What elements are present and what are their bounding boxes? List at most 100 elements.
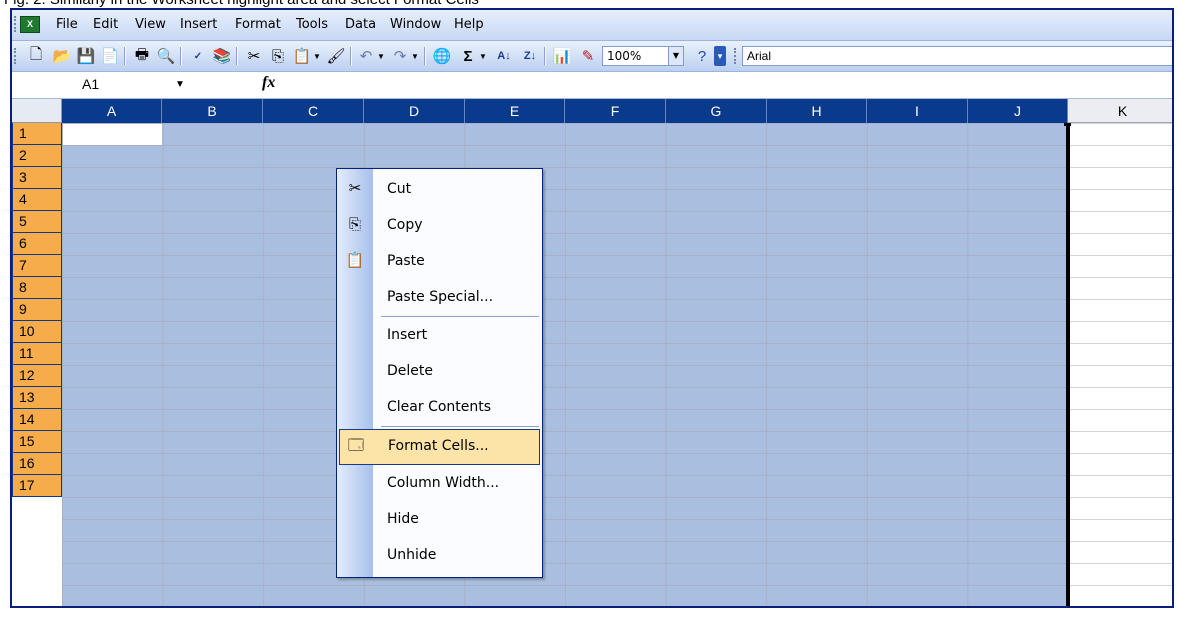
toolbar-grip[interactable]	[14, 48, 19, 64]
cut-icon[interactable]: ✂	[244, 46, 264, 66]
zoom-select[interactable]: 100% ▼	[602, 46, 684, 66]
format-painter-icon[interactable]: 🖌	[326, 46, 346, 66]
row-header[interactable]: 2	[12, 145, 62, 167]
menu-insert[interactable]: Insert	[180, 17, 217, 32]
redo-icon[interactable]: ↷	[390, 46, 410, 66]
menu-item-paste-special[interactable]: Paste Special...	[337, 279, 542, 315]
copy-icon: ⎘	[348, 216, 361, 233]
row-header[interactable]: 16	[12, 453, 62, 475]
excel-app-icon[interactable]: X	[20, 16, 40, 33]
spelling-icon[interactable]: ✓	[188, 46, 208, 66]
research-icon[interactable]: 📚	[212, 46, 232, 66]
print-icon[interactable]: 🖶	[132, 46, 152, 66]
menu-file[interactable]: File	[56, 17, 78, 32]
row-header[interactable]: 9	[12, 299, 62, 321]
active-cell[interactable]	[63, 124, 162, 145]
open-icon[interactable]: 📂	[52, 46, 72, 66]
column-header[interactable]: J	[968, 99, 1068, 123]
chevron-down-icon[interactable]: ▼	[175, 79, 185, 90]
column-header[interactable]: B	[162, 99, 263, 123]
row-header[interactable]: 1	[12, 123, 62, 145]
menu-item-label: Paste Special...	[387, 289, 494, 305]
paste-dropdown-icon[interactable]: ▼	[312, 46, 322, 66]
row-header[interactable]: 5	[12, 211, 62, 233]
row-header[interactable]: 12	[12, 365, 62, 387]
print-preview-icon[interactable]: 🔍	[156, 46, 176, 66]
menu-item-format-cells[interactable]: 🗔 Format Cells...	[339, 429, 540, 465]
permission-icon[interactable]: 📄	[100, 46, 120, 66]
menu-format[interactable]: Format	[235, 17, 281, 32]
menu-data[interactable]: Data	[345, 17, 376, 32]
function-icon[interactable]: fx	[262, 74, 275, 92]
menu-item-label: Column Width...	[387, 475, 500, 491]
column-header[interactable]: I	[867, 99, 968, 123]
menu-tools[interactable]: Tools	[296, 17, 328, 32]
menu-item-unhide[interactable]: Unhide	[337, 537, 542, 573]
row-header[interactable]: 10	[12, 321, 62, 343]
worksheet-grid: ABCDEFGHIJK 1 2 3 4 5 6 7 8 9 10 11 12 13 14 15 16 17	[12, 99, 1172, 606]
menu-window[interactable]: Window	[390, 17, 441, 32]
new-icon[interactable]: 🗋	[26, 46, 46, 66]
select-all-corner[interactable]	[12, 99, 62, 123]
column-header[interactable]: G	[666, 99, 767, 123]
row-header[interactable]: 14	[12, 409, 62, 431]
sort-ascending-icon[interactable]: A↓	[494, 46, 514, 66]
row-header[interactable]: 7	[12, 255, 62, 277]
toolbar-grip[interactable]	[734, 48, 739, 64]
column-header[interactable]: K	[1068, 99, 1172, 123]
column-header[interactable]: D	[364, 99, 465, 123]
help-icon[interactable]: ?	[692, 46, 712, 66]
excel-window: X File Edit View Insert Format Tools Dat…	[10, 8, 1174, 608]
toolbar-options-icon[interactable]: ▾	[714, 46, 726, 66]
chevron-down-icon[interactable]: ▼	[668, 47, 683, 65]
menu-item-delete[interactable]: Delete	[337, 353, 542, 389]
menu-item-label: Clear Contents	[387, 399, 492, 415]
cell-reference[interactable]: A1	[82, 76, 99, 92]
hyperlink-icon[interactable]: 🌐	[432, 46, 452, 66]
column-header[interactable]: A	[62, 99, 162, 123]
autosum-icon[interactable]: Σ	[458, 46, 478, 66]
menu-view[interactable]: View	[135, 17, 166, 32]
row-header[interactable]: 8	[12, 277, 62, 299]
menu-item-paste[interactable]: 📋 Paste	[337, 243, 542, 279]
save-icon[interactable]: 💾	[76, 46, 96, 66]
row-header[interactable]: 4	[12, 189, 62, 211]
paste-icon[interactable]: 📋	[292, 46, 312, 66]
column-header[interactable]: H	[767, 99, 867, 123]
row-header[interactable]: 13	[12, 387, 62, 409]
menu-item-cut[interactable]: ✂ Cut	[337, 171, 542, 207]
autosum-dropdown-icon[interactable]: ▼	[478, 46, 488, 66]
menu-item-insert[interactable]: Insert	[337, 317, 542, 353]
redo-dropdown-icon[interactable]: ▼	[410, 46, 420, 66]
toolbar-separator	[124, 47, 126, 65]
menu-item-clear-contents[interactable]: Clear Contents	[337, 389, 542, 425]
sort-descending-icon[interactable]: Z↓	[520, 46, 540, 66]
column-header[interactable]: E	[465, 99, 565, 123]
row-header[interactable]: 15	[12, 431, 62, 453]
copy-icon[interactable]: ⎘	[268, 46, 288, 66]
column-header[interactable]: C	[263, 99, 364, 123]
column-header[interactable]: F	[565, 99, 666, 123]
menu-item-hide[interactable]: Hide	[337, 501, 542, 537]
row-header[interactable]: 17	[12, 475, 62, 497]
menu-item-label: Paste	[387, 253, 425, 269]
formula-input[interactable]	[284, 72, 1172, 97]
undo-icon[interactable]: ↶	[356, 46, 376, 66]
menu-item-copy[interactable]: ⎘ Copy	[337, 207, 542, 243]
row-header[interactable]: 3	[12, 167, 62, 189]
menu-grip[interactable]	[14, 16, 19, 32]
chart-wizard-icon[interactable]: 📊	[552, 46, 572, 66]
row-header[interactable]: 11	[12, 343, 62, 365]
menu-item-label: Cut	[387, 181, 412, 197]
menu-edit[interactable]: Edit	[93, 17, 118, 32]
menu-item-column-width[interactable]: Column Width...	[337, 465, 542, 501]
menu-item-label: Copy	[387, 217, 423, 233]
selected-range[interactable]	[62, 123, 1068, 606]
toolbar-separator	[544, 47, 546, 65]
row-header[interactable]: 6	[12, 233, 62, 255]
font-select[interactable]: Arial	[742, 46, 1172, 66]
menu-help[interactable]: Help	[454, 17, 484, 32]
undo-dropdown-icon[interactable]: ▼	[376, 46, 386, 66]
column-k-cells[interactable]	[1068, 123, 1172, 606]
drawing-icon[interactable]: ✎	[578, 46, 598, 66]
